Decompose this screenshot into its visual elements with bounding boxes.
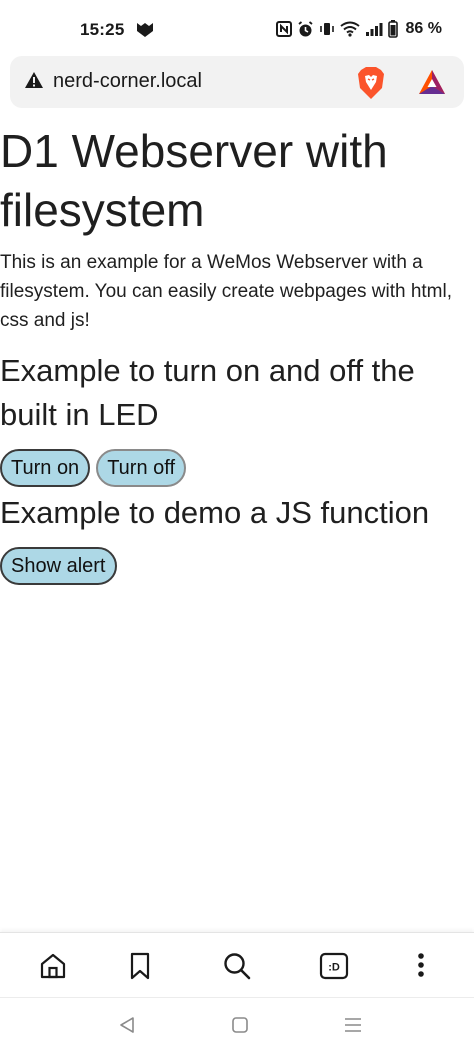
url-text[interactable]: nerd-corner.local [53, 70, 202, 93]
status-time: 15:25 [80, 20, 125, 39]
alarm-icon [297, 20, 314, 38]
search-icon[interactable] [222, 951, 252, 981]
battery-percent: 86 % [405, 20, 442, 37]
led-button-row: Turn on Turn off [0, 449, 474, 489]
status-bar: 15:25 86 % [0, 0, 474, 58]
status-icons: 86 % [275, 20, 442, 38]
tabs-count-label: :D [328, 962, 340, 974]
bottom-toolbar: :D [0, 932, 474, 997]
led-section-heading: Example to turn on and off the built in … [0, 353, 415, 432]
warning-icon[interactable] [24, 71, 44, 94]
system-nav-bar [0, 997, 474, 1055]
alert-button-row: Show alert [0, 547, 474, 587]
signal-icon [365, 21, 383, 37]
home-square-icon[interactable] [231, 1016, 249, 1039]
recents-menu-icon[interactable] [344, 1016, 362, 1039]
brave-shields-icon[interactable] [356, 66, 386, 105]
wifi-icon [339, 21, 360, 37]
page-title: D1 Webserver with filesystem [0, 125, 388, 236]
back-icon[interactable] [118, 1016, 136, 1039]
brave-rewards-icon[interactable] [417, 68, 447, 101]
turn-on-button[interactable]: Turn on [0, 449, 91, 487]
tabs-icon[interactable]: :D [319, 951, 349, 981]
home-icon[interactable] [38, 951, 68, 981]
web-content: D1 Webserver with filesystem This is an … [0, 118, 474, 587]
address-bar[interactable]: nerd-corner.local [10, 56, 464, 108]
bookmark-icon[interactable] [125, 951, 155, 981]
vibrate-icon [319, 21, 335, 37]
battery-icon [387, 20, 398, 38]
app-notification-icon [136, 22, 154, 43]
turn-off-button[interactable]: Turn off [96, 449, 186, 487]
show-alert-button[interactable]: Show alert [0, 547, 117, 585]
js-section-heading: Example to demo a JS function [0, 495, 430, 530]
more-menu-icon[interactable] [406, 951, 436, 981]
intro-text: This is an example for a WeMos Webserver… [0, 252, 453, 331]
nfc-icon [275, 21, 292, 37]
